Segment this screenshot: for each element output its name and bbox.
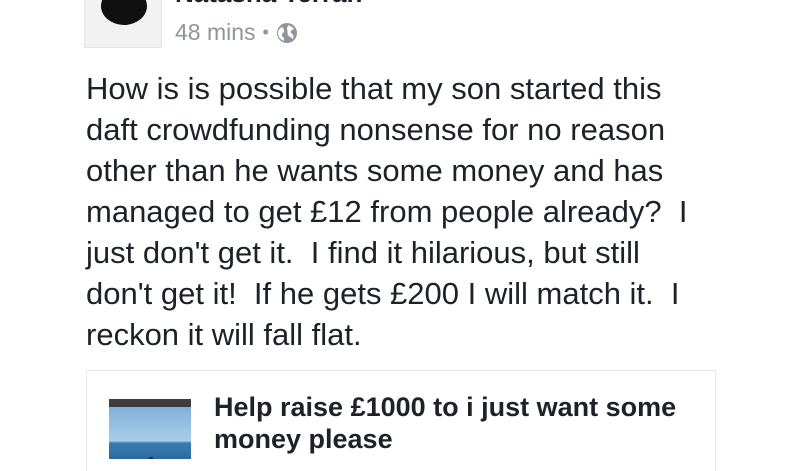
globe-icon[interactable] <box>276 22 298 44</box>
cat-photo <box>101 0 147 25</box>
facebook-post: Natasha Terrah 48 mins • How is is possi… <box>0 0 800 471</box>
author-name[interactable]: Natasha Terrah <box>175 0 362 9</box>
post-text-line: reckon it will fall flat. <box>86 317 362 352</box>
link-title-line: money please <box>214 424 393 454</box>
meta-separator: • <box>262 22 269 42</box>
link-thumbnail[interactable] <box>109 399 191 459</box>
post-text-line: other than he wants some money and has <box>86 153 664 188</box>
post-text-line: daft crowdfunding nonsense for no reason <box>86 112 666 147</box>
post-text-line: just don't get it. I find it hilarious, … <box>86 235 640 270</box>
post-meta: 48 mins • <box>175 19 298 46</box>
shared-link-card[interactable]: Help raise £1000 to i just want some mon… <box>86 370 716 471</box>
post-text-line: don't get it! If he gets £200 I will mat… <box>86 276 680 311</box>
post-text: How is is possible that my son started t… <box>86 68 746 355</box>
post-text-line: managed to get £12 from people already? … <box>86 194 688 229</box>
avatar[interactable] <box>84 0 162 48</box>
post-text-line: How is is possible that my son started t… <box>86 71 662 106</box>
link-title-line: Help raise £1000 to i just want some <box>214 392 677 422</box>
link-title[interactable]: Help raise £1000 to i just want some mon… <box>214 391 704 455</box>
post-time[interactable]: 48 mins <box>175 19 256 46</box>
